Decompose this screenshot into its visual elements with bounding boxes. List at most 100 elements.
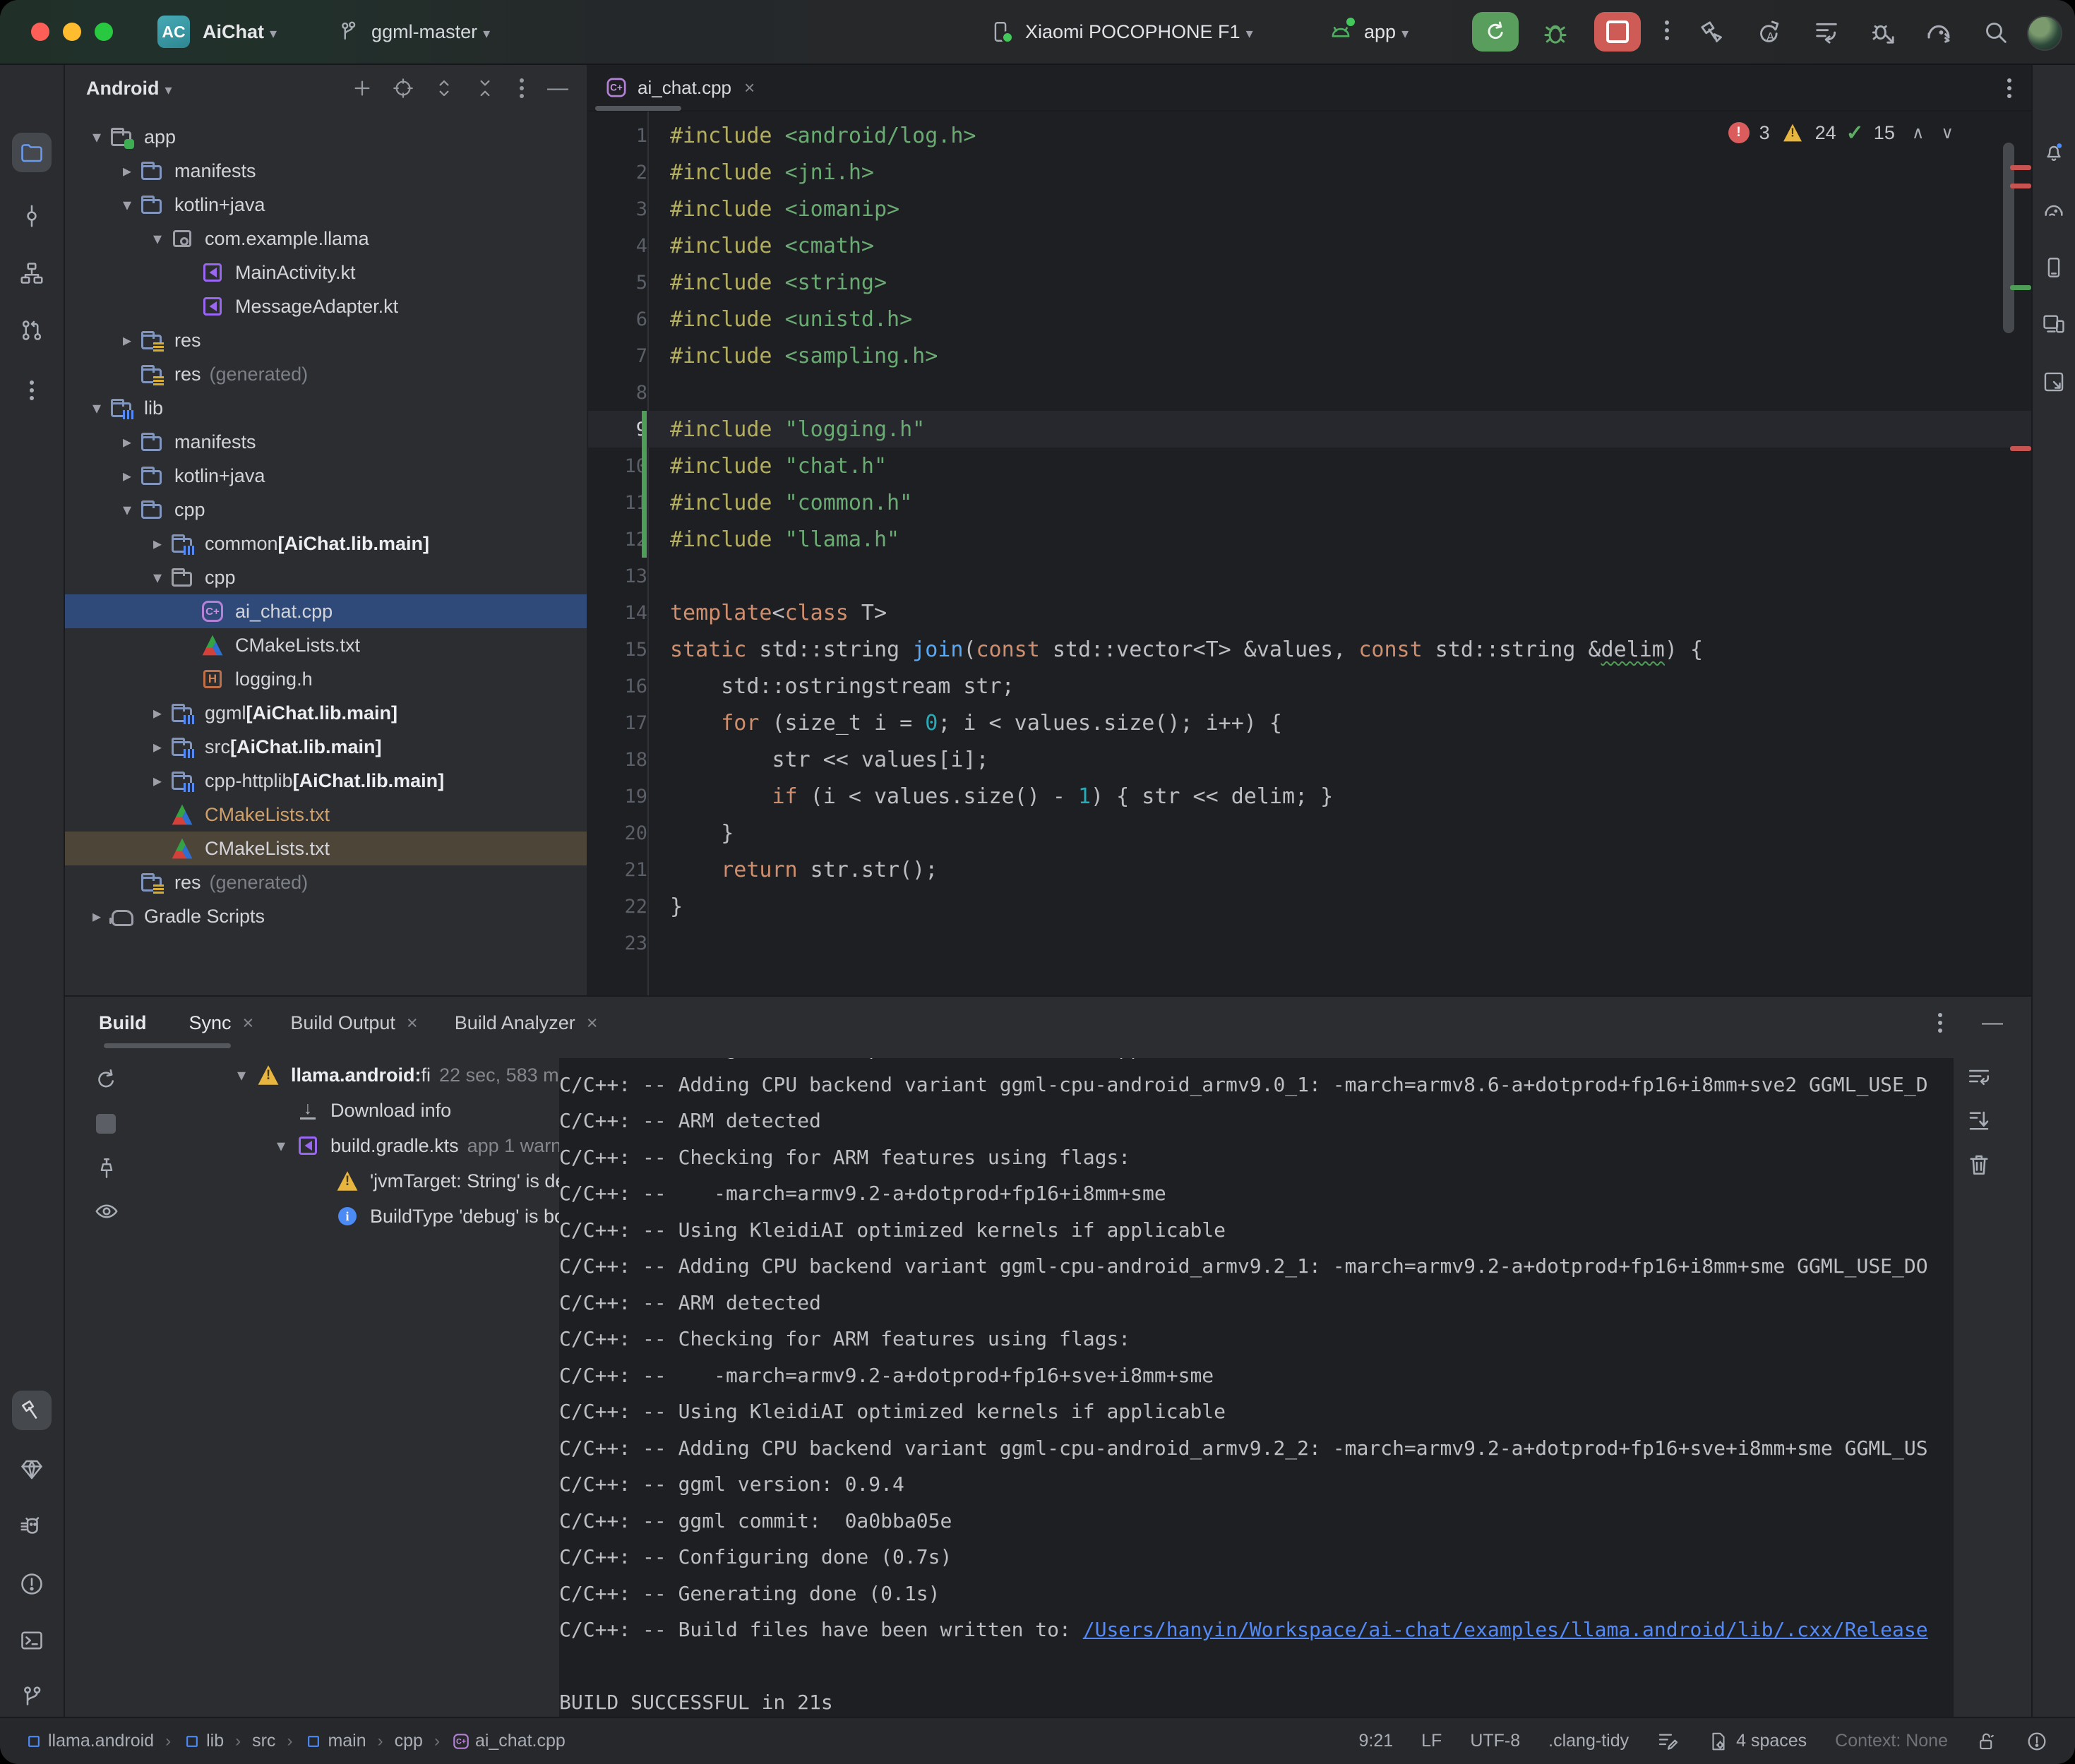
- caret-position[interactable]: 9:21: [1358, 1731, 1393, 1751]
- rerun-button[interactable]: [1472, 12, 1519, 52]
- inspections-widget-icon[interactable]: [1657, 1730, 1680, 1753]
- more-tool-windows-button[interactable]: [12, 370, 52, 411]
- breadcrumb-item[interactable]: llama.android: [24, 1729, 154, 1754]
- error-highlight-icon[interactable]: [2026, 1730, 2048, 1753]
- tab-scrollbar[interactable]: [595, 106, 681, 111]
- gradle-tool-button[interactable]: [2035, 192, 2073, 230]
- vcs-branch-widget[interactable]: ggml-master ▾: [336, 20, 494, 44]
- device-selector[interactable]: Xiaomi POCOPHONE F1 ▾: [988, 20, 1257, 44]
- line-ending[interactable]: LF: [1421, 1731, 1442, 1751]
- tree-row[interactable]: ▸src [AiChat.lib.main]: [65, 730, 587, 764]
- code-line[interactable]: 18 str << values[i];: [588, 741, 2031, 778]
- chevron-expanded-icon[interactable]: ▾: [85, 398, 109, 419]
- chevron-expanded-icon[interactable]: ▾: [85, 127, 109, 148]
- build-output-link[interactable]: /Users/hanyin/Workspace/ai-chat/examples…: [1083, 1618, 1928, 1641]
- chevron-collapsed-icon[interactable]: ▸: [115, 432, 139, 452]
- close-tab-icon[interactable]: ×: [243, 1012, 254, 1034]
- close-tab-icon[interactable]: ×: [744, 77, 755, 99]
- indent-widget[interactable]: 4 spaces: [1708, 1731, 1807, 1752]
- pin-tab-icon[interactable]: [95, 1156, 119, 1180]
- tree-row[interactable]: CMakeLists.txt: [65, 628, 587, 662]
- build-tab-build-output[interactable]: Build Output×: [290, 1012, 417, 1034]
- tree-row[interactable]: ▾cpp: [65, 493, 587, 527]
- tree-row[interactable]: MainActivity.kt: [65, 256, 587, 289]
- tree-row[interactable]: ▸manifests: [65, 154, 587, 188]
- code-line[interactable]: 5#include <string>: [588, 264, 2031, 301]
- tree-row[interactable]: res(generated): [65, 865, 587, 899]
- panel-options-icon[interactable]: [515, 75, 529, 102]
- expand-all-icon[interactable]: [433, 77, 455, 100]
- app-quality-insights-tool-button[interactable]: [12, 1450, 52, 1489]
- breadcrumb-item[interactable]: ›lib: [154, 1729, 224, 1754]
- build-tab-sync[interactable]: Sync×: [189, 1012, 254, 1034]
- code-line[interactable]: 14template<class T>: [588, 594, 2031, 631]
- chevron-collapsed-icon[interactable]: ▸: [145, 703, 169, 724]
- running-devices-tool-button[interactable]: [2035, 305, 2073, 343]
- restart-build-icon[interactable]: [93, 1067, 119, 1093]
- stop-button[interactable]: [1594, 12, 1641, 52]
- breadcrumb-item[interactable]: ›main: [275, 1729, 366, 1754]
- code-line[interactable]: 15static std::string join(const std::vec…: [588, 631, 2031, 668]
- code-line[interactable]: 8: [588, 374, 2031, 411]
- code-line[interactable]: 9#include "logging.h": [588, 411, 2031, 448]
- app-inspection-tool-button[interactable]: [2035, 363, 2073, 401]
- run-more-actions-button[interactable]: [1665, 17, 1669, 44]
- breadcrumb-item[interactable]: ›src: [224, 1731, 275, 1751]
- debug-button[interactable]: [1541, 18, 1570, 48]
- chevron-collapsed-icon[interactable]: ▸: [115, 330, 139, 351]
- close-tab-icon[interactable]: ×: [407, 1012, 418, 1034]
- chevron-expanded-icon[interactable]: ▾: [115, 195, 139, 215]
- code-line[interactable]: 22}: [588, 888, 2031, 925]
- chevron-expanded-icon[interactable]: ▾: [145, 229, 169, 249]
- code-line[interactable]: 19 if (i < values.size() - 1) { str << d…: [588, 778, 2031, 815]
- tree-row[interactable]: ▸cpp-httplib [AiChat.lib.main]: [65, 764, 587, 798]
- tree-row[interactable]: ▸common [AiChat.lib.main]: [65, 527, 587, 560]
- tree-row[interactable]: MessageAdapter.kt: [65, 289, 587, 323]
- editor-tab-options-icon[interactable]: [2007, 75, 2011, 102]
- chevron-expanded-icon[interactable]: ▾: [267, 1136, 295, 1156]
- chevron-expanded-icon[interactable]: ▾: [115, 500, 139, 520]
- code-line[interactable]: 12#include "llama.h": [588, 521, 2031, 558]
- code-line[interactable]: 16 std::ostringstream str;: [588, 668, 2031, 704]
- chevron-collapsed-icon[interactable]: ▸: [145, 771, 169, 791]
- run-configuration[interactable]: app ▾: [1327, 18, 1413, 45]
- editor-scrollbar[interactable]: [2003, 143, 2014, 333]
- code-line[interactable]: 17 for (size_t i = 0; i < values.size();…: [588, 704, 2031, 741]
- build-tree-row[interactable]: 'jvmTarget: String' is deprec: [227, 1163, 559, 1199]
- unlocked-padlock-icon[interactable]: [1976, 1731, 1997, 1752]
- tree-row[interactable]: logging.h: [65, 662, 587, 696]
- build-console[interactable]: C/C++: -- Using KleidiAI optimized kerne…: [559, 1058, 1954, 1720]
- locate-file-icon[interactable]: [392, 77, 414, 100]
- build-panel-title[interactable]: Build: [99, 1012, 147, 1034]
- commit-tool-button[interactable]: [12, 196, 52, 236]
- tree-row[interactable]: CMakeLists.txt: [65, 832, 587, 865]
- hide-build-panel-icon[interactable]: —: [1982, 1011, 2003, 1035]
- chevron-collapsed-icon[interactable]: ▸: [145, 534, 169, 554]
- version-control-tool-button[interactable]: [12, 1677, 52, 1717]
- code-line[interactable]: 13: [588, 558, 2031, 594]
- structure-tool-button[interactable]: [12, 253, 52, 293]
- tree-row[interactable]: ▸ggml [AiChat.lib.main]: [65, 696, 587, 730]
- chevron-expanded-icon[interactable]: ▾: [145, 568, 169, 588]
- apply-code-changes-button[interactable]: [1812, 18, 1841, 47]
- search-everywhere-button[interactable]: [1982, 18, 2010, 47]
- code-line[interactable]: 6#include <unistd.h>: [588, 301, 2031, 337]
- tree-row[interactable]: ▾app: [65, 120, 587, 154]
- terminal-tool-button[interactable]: [12, 1621, 52, 1660]
- chevron-collapsed-icon[interactable]: ▸: [85, 906, 109, 927]
- build-tree-row[interactable]: BuildType 'debug' is both de: [227, 1199, 559, 1234]
- collapse-all-icon[interactable]: [474, 77, 496, 100]
- code-line[interactable]: 2#include <jni.h>: [588, 154, 2031, 191]
- code-area[interactable]: 1#include <android/log.h>2#include <jni.…: [588, 112, 2031, 995]
- tree-row[interactable]: ▸Gradle Scripts: [65, 899, 587, 933]
- file-encoding[interactable]: UTF-8: [1470, 1731, 1520, 1751]
- close-window-button[interactable]: [31, 23, 49, 41]
- tree-row[interactable]: ▾kotlin+java: [65, 188, 587, 222]
- code-line[interactable]: 4#include <cmath>: [588, 227, 2031, 264]
- gradle-sync-button[interactable]: [1924, 18, 1954, 47]
- editor-tab[interactable]: ai_chat.cpp ×: [588, 65, 770, 110]
- build-project-button[interactable]: [1698, 18, 1726, 47]
- breadcrumb-item[interactable]: ›ai_chat.cpp: [423, 1729, 566, 1754]
- project-tool-button[interactable]: [12, 133, 52, 172]
- tree-row[interactable]: ai_chat.cpp: [65, 594, 587, 628]
